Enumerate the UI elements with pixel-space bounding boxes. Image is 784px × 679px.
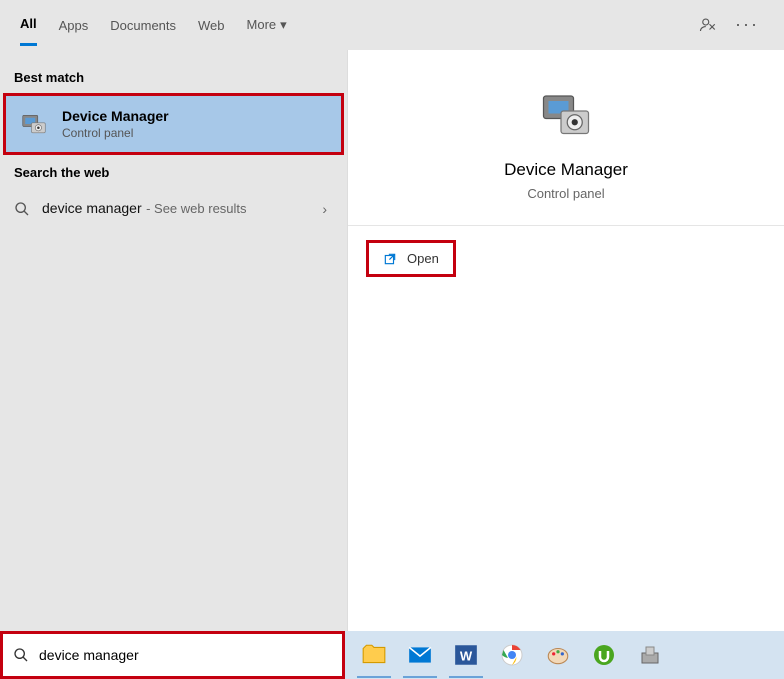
result-device-manager[interactable]: Device Manager Control panel — [6, 96, 341, 152]
tab-apps[interactable]: Apps — [59, 18, 89, 45]
taskbar-utorrent[interactable] — [585, 636, 623, 674]
search-input[interactable] — [39, 634, 332, 676]
section-best-match: Best match — [0, 60, 347, 93]
tab-more-label: More — [247, 17, 277, 32]
web-result[interactable]: device manager - See web results › — [0, 188, 347, 230]
web-result-query: device manager — [42, 200, 142, 216]
bottom-bar: W — [0, 631, 784, 679]
web-result-text: device manager - See web results — [42, 200, 247, 218]
preview-pane: Device Manager Control panel Open — [347, 50, 784, 631]
taskbar-mail[interactable] — [401, 636, 439, 674]
svg-text:W: W — [460, 648, 473, 663]
preview-subtitle: Control panel — [368, 186, 764, 201]
feedback-icon[interactable] — [699, 16, 717, 34]
web-result-suffix-text: See web results — [154, 201, 247, 216]
tab-all[interactable]: All — [20, 16, 37, 46]
open-icon — [383, 252, 397, 266]
taskbar: W — [345, 631, 784, 679]
tab-web[interactable]: Web — [198, 18, 225, 45]
results-pane: Best match Device Manager Control panel — [0, 50, 347, 631]
open-label: Open — [407, 251, 439, 266]
main-pane: Best match Device Manager Control panel — [0, 50, 784, 631]
chevron-right-icon: › — [322, 201, 327, 217]
taskbar-paint[interactable] — [539, 636, 577, 674]
result-subtitle: Control panel — [62, 126, 169, 140]
search-icon — [13, 647, 29, 663]
taskbar-file-explorer[interactable] — [355, 636, 393, 674]
device-manager-large-icon — [536, 86, 596, 146]
more-options-icon[interactable]: ··· — [735, 14, 759, 35]
open-button[interactable]: Open — [366, 240, 456, 277]
web-result-suffix: - See web results — [146, 201, 246, 216]
taskbar-word[interactable]: W — [447, 636, 485, 674]
result-title: Device Manager — [62, 108, 169, 124]
tab-more[interactable]: More▾ — [247, 17, 287, 45]
search-box[interactable] — [0, 631, 345, 679]
taskbar-installer[interactable] — [631, 636, 669, 674]
chevron-down-icon: ▾ — [280, 17, 287, 33]
tab-documents[interactable]: Documents — [110, 18, 176, 45]
search-filter-tabs: All Apps Documents Web More▾ — [0, 0, 784, 50]
result-text: Device Manager Control panel — [62, 108, 169, 140]
device-manager-icon — [18, 108, 50, 140]
preview-title: Device Manager — [368, 160, 764, 180]
title-actions: ··· — [699, 14, 759, 35]
preview-actions: Open — [348, 226, 784, 291]
search-icon — [14, 201, 30, 217]
section-search-web: Search the web — [0, 155, 347, 188]
annotation-best-match: Device Manager Control panel — [3, 93, 344, 155]
taskbar-chrome[interactable] — [493, 636, 531, 674]
preview-header: Device Manager Control panel — [348, 50, 784, 226]
